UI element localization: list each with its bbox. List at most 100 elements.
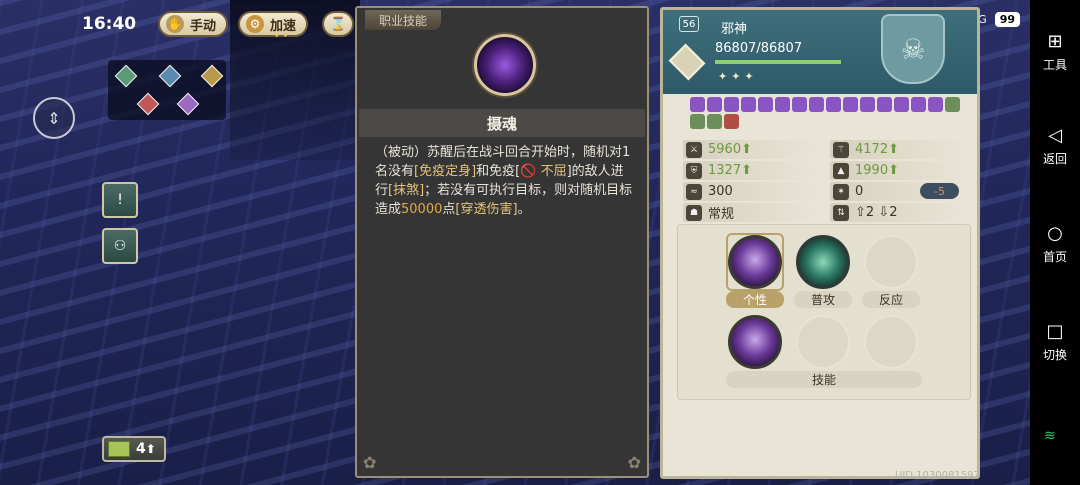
hp-bar bbox=[715, 60, 841, 64]
personality-slot[interactable] bbox=[728, 235, 782, 289]
skill-label[interactable]: 技能 bbox=[726, 371, 922, 388]
stat-magic-attack[interactable]: ⚚ 4172 ⬆ bbox=[830, 140, 969, 159]
stat-speed[interactable]: ≈300 bbox=[683, 182, 822, 201]
nav-back-label: 返回 bbox=[1042, 152, 1067, 166]
up-down-icon: ⇕ bbox=[47, 108, 61, 128]
skill-slot-2[interactable] bbox=[796, 315, 850, 369]
attack-value: 5960 bbox=[708, 142, 742, 157]
keyword-unyielding[interactable]: 🚫 不屈 bbox=[520, 164, 566, 179]
desc-text: 。 bbox=[517, 202, 531, 217]
nav-switch[interactable]: □ 切换 bbox=[1030, 322, 1080, 363]
trait-icon[interactable] bbox=[928, 97, 943, 112]
exclamation-icon: ! bbox=[117, 192, 123, 208]
stats-grid: ⚔ 5960 ⬆ ⚚ 4172 ⬆ ⛨ 1327 ⬆ ▲ 1990 ⬆ ≈300 ✶ 0 -5 ☗ 常… bbox=[683, 140, 969, 224]
hp-text: 86807/86807 bbox=[715, 41, 803, 56]
trait-icon[interactable] bbox=[690, 114, 705, 129]
hourglass-icon: ⌛ bbox=[330, 16, 347, 32]
skill-slot-3[interactable] bbox=[864, 315, 918, 369]
alert-map-button[interactable]: ! bbox=[102, 182, 138, 218]
up-arrow-icon: ⬆ bbox=[741, 142, 752, 157]
trait-icon[interactable] bbox=[724, 114, 739, 129]
desc-text: 点 bbox=[442, 202, 456, 217]
character-name: 邪神 bbox=[721, 22, 748, 37]
people-icon: ⚇ bbox=[113, 238, 127, 254]
trait-icon[interactable] bbox=[945, 97, 960, 112]
move-icon: ⇅ bbox=[833, 204, 849, 221]
party-button[interactable]: ⚇ bbox=[102, 228, 138, 264]
keyword-immune-control[interactable]: [免疫定身] bbox=[414, 164, 476, 179]
minimap-node bbox=[136, 92, 160, 116]
class-emblem-icon bbox=[668, 43, 706, 81]
attack-label[interactable]: 普攻 bbox=[794, 291, 852, 308]
damage-value: 50000 bbox=[401, 202, 443, 217]
faction-emblem-icon: ☠ bbox=[881, 14, 945, 84]
trait-icon[interactable] bbox=[860, 97, 875, 112]
trait-icon[interactable] bbox=[911, 97, 926, 112]
trait-icon[interactable] bbox=[758, 97, 773, 112]
skill-slots-box: 个性 普攻 反应 技能 bbox=[677, 224, 971, 400]
defense-value: 1327 bbox=[708, 163, 742, 178]
nav-home-label: 首页 bbox=[1042, 250, 1067, 264]
wizard-hat-icon: ▲ bbox=[833, 162, 849, 179]
nav-tools[interactable]: ⊞ 工具 bbox=[1030, 32, 1080, 73]
trait-icon[interactable] bbox=[690, 97, 705, 112]
trait-icon[interactable] bbox=[894, 97, 909, 112]
trait-icon[interactable] bbox=[877, 97, 892, 112]
nav-home[interactable]: ○ 首页 bbox=[1030, 224, 1080, 265]
crit-modifier-badge: -5 bbox=[920, 183, 959, 199]
up-arrow-icon: ⬆ bbox=[741, 163, 752, 178]
personality-label[interactable]: 个性 bbox=[726, 291, 784, 308]
manual-label: 手动 bbox=[190, 18, 217, 34]
keyword-pierce-damage[interactable]: [穿透伤害] bbox=[455, 202, 517, 217]
skill-tab: 职业技能 bbox=[365, 10, 442, 30]
desc-text: 和免疫[ bbox=[476, 164, 521, 179]
trait-icon[interactable] bbox=[826, 97, 841, 112]
trait-icon[interactable] bbox=[724, 97, 739, 112]
cube-icon bbox=[108, 441, 130, 457]
up-arrow-icon: ⬆ bbox=[888, 163, 899, 178]
reaction-slot[interactable] bbox=[864, 235, 918, 289]
stat-moves[interactable]: ⇅ ⇧2 ⇩2 bbox=[830, 203, 969, 222]
stat-magic-defense[interactable]: ▲ 1990 ⬆ bbox=[830, 161, 969, 180]
trait-icon[interactable] bbox=[775, 97, 790, 112]
up-arrow-icon: ⬆ bbox=[888, 142, 899, 157]
manual-button[interactable]: ✋ 手动 bbox=[158, 11, 229, 37]
skill-detail-panel: 职业技能 摄魂 （被动）苏醒后在战斗回合开始时，随机对1名没有[免疫定身]和免疫… bbox=[355, 6, 649, 478]
stat-crit[interactable]: ✶ 0 -5 bbox=[830, 182, 969, 201]
reaction-label[interactable]: 反应 bbox=[862, 291, 920, 308]
keyword-strike[interactable]: [抹煞] bbox=[388, 183, 424, 198]
skill-slot-1[interactable] bbox=[728, 315, 782, 369]
magic-attack-value: 4172 bbox=[855, 142, 889, 157]
crit-value: 0 bbox=[855, 184, 864, 199]
trait-icon[interactable] bbox=[809, 97, 824, 112]
trait-icon[interactable] bbox=[741, 97, 756, 112]
trait-icon[interactable] bbox=[843, 97, 858, 112]
scroll-toggle-button[interactable]: ⇕ bbox=[33, 97, 75, 139]
hourglass-button[interactable]: ⌛ bbox=[322, 11, 355, 37]
skill-title: 摄魂 bbox=[359, 109, 645, 137]
gear-speed-icon: ⚙ bbox=[246, 15, 264, 33]
corner-ornament: ✿ bbox=[627, 453, 641, 472]
stat-type[interactable]: ☗ 常规 bbox=[683, 203, 822, 222]
trait-icon[interactable] bbox=[707, 97, 722, 112]
hand-icon: ✋ bbox=[166, 15, 184, 33]
nav-back[interactable]: ◁ 返回 bbox=[1030, 126, 1080, 167]
stat-attack[interactable]: ⚔ 5960 ⬆ bbox=[683, 140, 822, 159]
soul-skill-icon bbox=[474, 34, 536, 96]
hp-bar-fill bbox=[715, 60, 841, 64]
resource-count: 4 bbox=[136, 441, 146, 457]
person-icon: ☗ bbox=[686, 204, 702, 221]
nav-switch-label: 切换 bbox=[1042, 348, 1067, 362]
minimap-node bbox=[176, 92, 200, 116]
speed-stars: ✦✦ bbox=[273, 31, 291, 41]
attack-slot[interactable] bbox=[796, 235, 850, 289]
trait-icon[interactable] bbox=[792, 97, 807, 112]
shield-icon: ⛨ bbox=[686, 162, 702, 179]
resource-counter[interactable]: 4 ⬆ bbox=[102, 436, 166, 462]
trait-icon[interactable] bbox=[707, 114, 722, 129]
stat-defense[interactable]: ⛨ 1327 ⬆ bbox=[683, 161, 822, 180]
square-icon: □ bbox=[1046, 321, 1064, 342]
moves-value: ⇧2 ⇩2 bbox=[855, 205, 898, 220]
boot-icon: ≈ bbox=[686, 183, 702, 200]
minimap[interactable] bbox=[108, 60, 226, 120]
